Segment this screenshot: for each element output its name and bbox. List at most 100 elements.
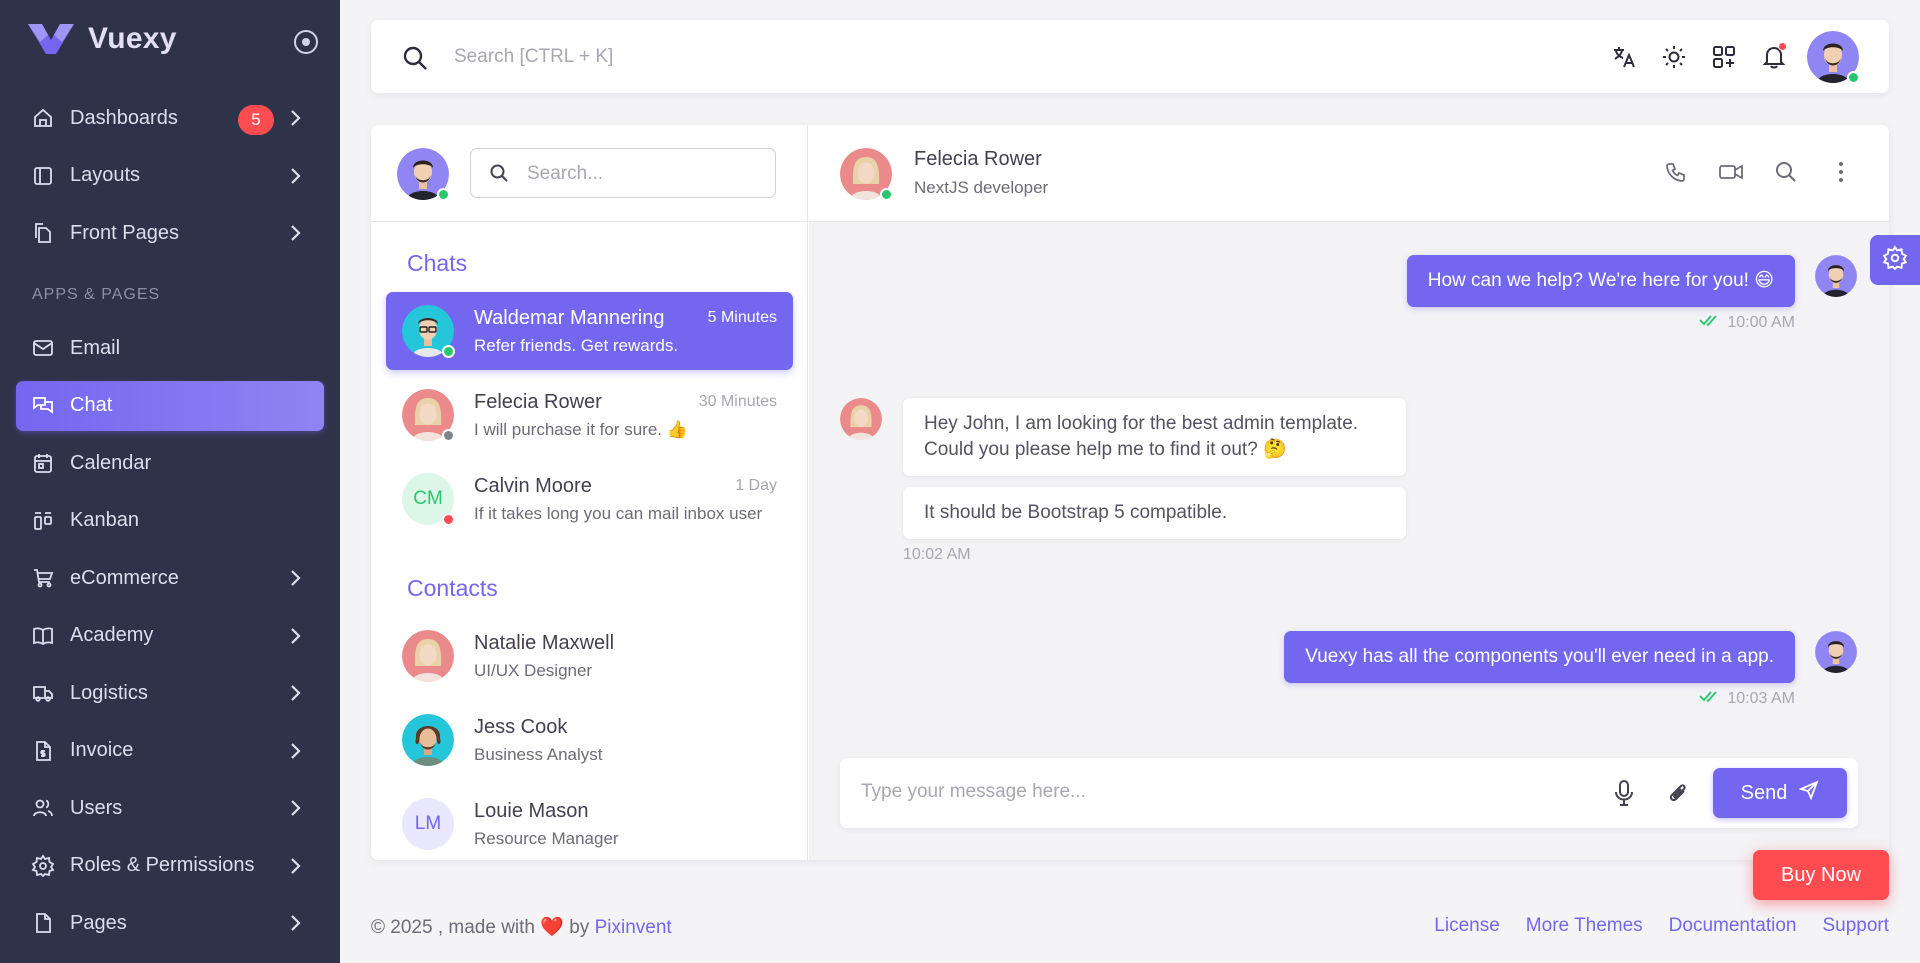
notification-dot	[1778, 42, 1787, 51]
contact-avatar	[402, 630, 454, 682]
sidebar-item-users[interactable]: Users	[16, 783, 324, 833]
heart-icon: ❤️	[540, 917, 564, 938]
settings-icon	[30, 853, 56, 879]
message-time: 1 Day	[735, 477, 777, 494]
chevron-right-icon	[288, 912, 302, 940]
search-icon[interactable]	[1768, 152, 1804, 192]
my-avatar[interactable]	[397, 148, 450, 201]
message-time: 10:02 AM	[903, 546, 971, 563]
contacts-heading: Contacts	[407, 575, 498, 601]
incoming-message: It should be Bootstrap 5 compatible.	[903, 487, 1406, 539]
conversation-pane: Felecia Rower NextJS developer How can w…	[809, 125, 1889, 860]
sidebar-item-label: Roles & Permissions	[70, 854, 255, 876]
files-icon	[30, 220, 56, 246]
sidebar-item-layouts[interactable]: Layouts	[16, 151, 324, 201]
contact-avatar-image	[402, 714, 454, 766]
footer-link-license[interactable]: License	[1434, 915, 1500, 937]
contact-role: Business Analyst	[474, 745, 603, 764]
contact-initials: LM	[402, 798, 454, 850]
chat-list-item[interactable]: Waldemar Mannering 5 Minutes Refer frien…	[386, 292, 793, 370]
sidebar-item-dashboards[interactable]: Dashboards 5	[16, 93, 324, 143]
sidebar-item-invoice[interactable]: Invoice	[16, 726, 324, 776]
calendar-icon	[30, 450, 56, 476]
navbar-actions	[1599, 31, 1860, 84]
my-message-avatar	[1815, 631, 1857, 673]
sidebar-item-label: Chat	[70, 394, 113, 416]
contact-list-item[interactable]: Natalie Maxwell UI/UX Designer	[386, 617, 793, 695]
chevron-right-icon	[288, 222, 302, 250]
message-meta: 10:03 AM	[1699, 689, 1795, 708]
sidebar-item-calendar[interactable]: Calendar	[16, 438, 324, 488]
sidebar-item-roles-permissions[interactable]: Roles & Permissions	[16, 841, 324, 891]
busy-status-dot	[442, 513, 455, 526]
last-message: I will purchase it for sure. 👍	[474, 420, 688, 439]
brand[interactable]: Vuexy	[28, 22, 177, 56]
sidebar-toggle-icon[interactable]	[294, 30, 318, 54]
double-check-icon	[1699, 689, 1719, 708]
sidebar-item-label: Invoice	[70, 739, 134, 761]
sidebar-item-label: Calendar	[70, 451, 152, 474]
chevron-right-icon	[288, 567, 302, 595]
contact-avatar-image	[840, 398, 882, 440]
sidebar-item-logistics[interactable]: Logistics	[16, 668, 324, 718]
message-time: 10:00 AM	[1727, 313, 1795, 331]
send-button[interactable]: Send	[1713, 768, 1847, 818]
chat-icon	[30, 393, 56, 419]
sidebar: Vuexy Dashboards 5 Layouts Front Pages A…	[0, 0, 340, 963]
chat-search-placeholder: Search...	[527, 163, 604, 184]
chat-list-item[interactable]: Felecia Rower 30 Minutes I will purchase…	[386, 376, 793, 454]
message-input[interactable]: Type your message here...	[861, 781, 1086, 803]
my-message-avatar	[1815, 255, 1857, 297]
send-button-label: Send	[1740, 781, 1788, 804]
footer-link-more-themes[interactable]: More Themes	[1526, 915, 1643, 937]
brand-name: Vuexy	[88, 22, 177, 55]
last-message: If it takes long you can mail inbox user	[474, 504, 763, 523]
paperclip-icon[interactable]	[1664, 778, 1692, 813]
contact-list-item[interactable]: LM Louie Mason Resource Manager	[386, 785, 793, 860]
online-status-dot	[1847, 71, 1860, 84]
microphone-icon[interactable]	[1610, 778, 1638, 813]
my-avatar-image	[1815, 631, 1857, 673]
theme-customizer-button[interactable]	[1870, 235, 1920, 285]
sidebar-item-email[interactable]: Email	[16, 323, 324, 373]
message-time: 30 Minutes	[698, 393, 777, 410]
sidebar-menu: Dashboards 5 Layouts Front Pages APPS & …	[16, 93, 324, 956]
sidebar-item-kanban[interactable]: Kanban	[16, 496, 324, 546]
video-icon[interactable]	[1713, 152, 1749, 192]
footer-link-support[interactable]: Support	[1822, 915, 1889, 937]
contact-list-item[interactable]: Jess Cook Business Analyst	[386, 701, 793, 779]
translate-icon[interactable]	[1599, 32, 1649, 82]
global-search-input[interactable]: Search [CTRL + K]	[454, 46, 613, 68]
chat-list-item[interactable]: CM Calvin Moore 1 Day If it takes long y…	[386, 460, 793, 538]
invoice-icon	[30, 738, 56, 764]
apps-add-icon[interactable]	[1699, 32, 1749, 82]
message-meta: 10:00 AM	[1699, 313, 1795, 332]
sidebar-item-ecommerce[interactable]: eCommerce	[16, 553, 324, 603]
conversation-contact-avatar[interactable]	[840, 148, 893, 201]
company-link[interactable]: Pixinvent	[595, 917, 672, 938]
sidebar-item-label: Dashboards	[70, 106, 178, 129]
footer-link-documentation[interactable]: Documentation	[1669, 915, 1797, 937]
sidebar-item-front-pages[interactable]: Front Pages	[16, 208, 324, 258]
incoming-message: Hey John, I am looking for the best admi…	[903, 398, 1406, 476]
bell-icon[interactable]	[1749, 32, 1799, 82]
search-icon[interactable]	[401, 44, 429, 77]
more-vertical-icon[interactable]	[1823, 152, 1859, 192]
kanban-icon	[30, 508, 56, 534]
conversation-header: Felecia Rower NextJS developer	[809, 125, 1889, 222]
sidebar-item-pages[interactable]: Pages	[16, 898, 324, 948]
conversation-contact-name: Felecia Rower	[914, 148, 1042, 170]
sun-icon[interactable]	[1649, 32, 1699, 82]
contact-name: Louie Mason	[474, 800, 589, 822]
buy-now-button[interactable]: Buy Now	[1753, 850, 1889, 900]
contact-avatar: LM	[402, 798, 454, 850]
phone-icon[interactable]	[1658, 152, 1694, 192]
chat-search-input[interactable]: Search...	[470, 148, 776, 198]
sidebar-item-academy[interactable]: Academy	[16, 611, 324, 661]
copyright-text: © 2025 , made with	[371, 917, 535, 938]
outgoing-message: How can we help? We're here for you! 😄	[1406, 255, 1795, 307]
sidebar-item-chat[interactable]: Chat	[16, 380, 324, 431]
footer-copyright: © 2025 , made with ❤️ by Pixinvent	[371, 915, 672, 939]
user-avatar[interactable]	[1807, 31, 1860, 84]
message-composer: Type your message here... Send	[840, 758, 1858, 828]
